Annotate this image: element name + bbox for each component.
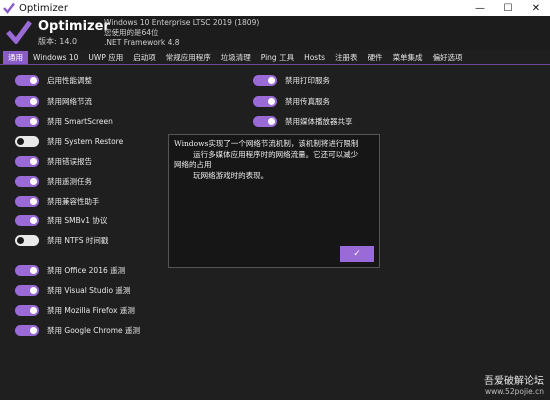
toggle-knob [268, 97, 275, 105]
tab-startup[interactable]: 启动项 [128, 51, 161, 64]
framework-info: .NET Framework 4.8 [104, 38, 180, 47]
toggle-switch[interactable] [15, 74, 39, 86]
close-button[interactable]: ✕ [522, 0, 550, 16]
tab-menu-integration[interactable]: 菜单集成 [388, 51, 428, 64]
tab-preferences[interactable]: 偏好选项 [428, 51, 468, 64]
ok-button[interactable]: ✓ [340, 246, 374, 262]
toggle-knob [30, 266, 37, 274]
optimizer-window: Optimizer — ☐ ✕ Optimizer 版本: 14.0 Windo… [0, 0, 550, 400]
window-title: Optimizer [19, 2, 68, 14]
toggle-switch[interactable] [15, 264, 39, 276]
maximize-button[interactable]: ☐ [494, 0, 522, 16]
app-name: Optimizer [38, 19, 110, 34]
toggle-row: 禁用 SmartScreen [15, 115, 113, 127]
toggle-switch[interactable] [15, 95, 39, 107]
tab-windows10[interactable]: Windows 10 [28, 51, 83, 64]
toggle-switch[interactable] [253, 95, 277, 107]
arch-info: 您使用的是64位 [104, 28, 159, 37]
toggle-knob [30, 177, 37, 185]
toggle-knob [30, 216, 37, 224]
toggle-label: 禁用 Visual Studio 遥测 [47, 285, 131, 295]
tab-uwp-apps[interactable]: UWP 应用 [83, 51, 128, 64]
toggle-row: 禁用媒体播放器共享 [253, 115, 353, 127]
toggle-label: 禁用兼容性助手 [47, 196, 100, 206]
tab-general[interactable]: 通用 [3, 51, 28, 64]
tab-hosts[interactable]: Hosts [299, 51, 330, 64]
dialog-message: Windows实现了一个网络节流机制，该机制将进行限制 运行多媒体应用程序时的网… [174, 139, 359, 180]
toggle-row: 禁用 Office 2016 遥测 [15, 264, 125, 276]
toggle-label: 禁用 System Restore [47, 136, 124, 146]
toggle-knob [30, 117, 37, 125]
info-dialog: Windows实现了一个网络节流机制，该机制将进行限制 运行多媒体应用程序时的网… [168, 134, 380, 268]
toggle-row: 禁用 NTFS 时间戳 [15, 234, 108, 246]
toggle-row: 禁用 Visual Studio 遥测 [15, 284, 130, 296]
toggle-row: 禁用 Mozilla Firefox 遥测 [15, 304, 135, 316]
toggle-knob [30, 197, 37, 205]
toggle-knob [17, 137, 24, 145]
toggle-switch[interactable] [15, 195, 39, 207]
tab-ping-tool[interactable]: Ping 工具 [256, 51, 299, 64]
toggle-row: 禁用遥测任务 [15, 175, 92, 187]
toggle-knob [268, 117, 275, 125]
toggle-row: 禁用 Google Chrome 遥测 [15, 324, 140, 336]
toggle-switch[interactable] [15, 175, 39, 187]
watermark-url: www.52pojie.cn [484, 387, 544, 396]
toggle-row: 禁用错误报告 [15, 155, 92, 167]
tab-common-apps[interactable]: 常规应用程序 [161, 51, 216, 64]
toggle-knob [17, 236, 24, 244]
toggle-label: 禁用传真服务 [285, 96, 330, 106]
toggle-switch[interactable] [253, 74, 277, 86]
tab-bar: 通用 Windows 10 UWP 应用 启动项 常规应用程序 垃圾清理 Pin… [0, 51, 550, 64]
toggle-label: 禁用 Google Chrome 遥测 [47, 325, 141, 335]
toggle-switch[interactable] [15, 304, 39, 316]
toggle-knob [30, 306, 37, 314]
toggle-switch[interactable] [15, 324, 39, 336]
toggle-label: 禁用 Office 2016 遥测 [47, 265, 126, 275]
toggle-row: 禁用 System Restore [15, 135, 123, 147]
toggle-label: 禁用遥测任务 [47, 176, 92, 186]
tab-registry[interactable]: 注册表 [330, 51, 363, 64]
toggle-knob [30, 157, 37, 165]
tab-underline [0, 64, 550, 65]
toggle-label: 禁用 SmartScreen [47, 116, 113, 126]
toggle-row: 启用性能调整 [15, 74, 92, 86]
toggle-label: 禁用网络节流 [47, 96, 92, 106]
os-info: Windows 10 Enterprise LTSC 2019 (1809) [104, 18, 260, 27]
toggle-label: 禁用 NTFS 时间戳 [47, 235, 109, 245]
title-bar: Optimizer — ☐ ✕ [0, 0, 550, 16]
toggle-switch[interactable] [253, 115, 277, 127]
toggle-switch[interactable] [15, 135, 39, 147]
toggle-label: 禁用错误报告 [47, 156, 92, 166]
minimize-button[interactable]: — [466, 0, 494, 16]
toggle-switch[interactable] [15, 214, 39, 226]
app-version: 版本: 14.0 [38, 37, 78, 46]
toggle-knob [268, 76, 275, 84]
toggle-row: 禁用打印服务 [253, 74, 330, 86]
toggle-knob [30, 97, 37, 105]
watermark-site-name: 吾爱破解论坛 [484, 376, 544, 387]
toggle-switch[interactable] [15, 155, 39, 167]
toggle-row: 禁用 SMBv1 协议 [15, 214, 107, 226]
toggle-knob [30, 326, 37, 334]
system-info: Windows 10 Enterprise LTSC 2019 (1809) 您… [104, 18, 259, 48]
toggle-row: 禁用兼容性助手 [15, 195, 100, 207]
checkmark-logo-icon [6, 20, 32, 44]
toggle-switch[interactable] [15, 284, 39, 296]
checkmark-app-icon [3, 2, 15, 14]
app-header: Optimizer 版本: 14.0 Windows 10 Enterprise… [0, 16, 550, 50]
toggle-knob [30, 286, 37, 294]
tab-hardware[interactable]: 硬件 [363, 51, 388, 64]
toggle-label: 启用性能调整 [47, 75, 92, 85]
toggle-knob [30, 76, 37, 84]
toggle-row: 禁用网络节流 [15, 95, 92, 107]
tab-cleaner[interactable]: 垃圾清理 [216, 51, 256, 64]
toggle-row: 禁用传真服务 [253, 95, 330, 107]
toggle-label: 禁用 Mozilla Firefox 遥测 [47, 305, 135, 315]
toggle-label: 禁用打印服务 [285, 75, 330, 85]
toggle-switch[interactable] [15, 115, 39, 127]
toggle-label: 禁用 SMBv1 协议 [47, 215, 108, 225]
toggle-label: 禁用媒体播放器共享 [285, 116, 353, 126]
toggle-switch[interactable] [15, 234, 39, 246]
